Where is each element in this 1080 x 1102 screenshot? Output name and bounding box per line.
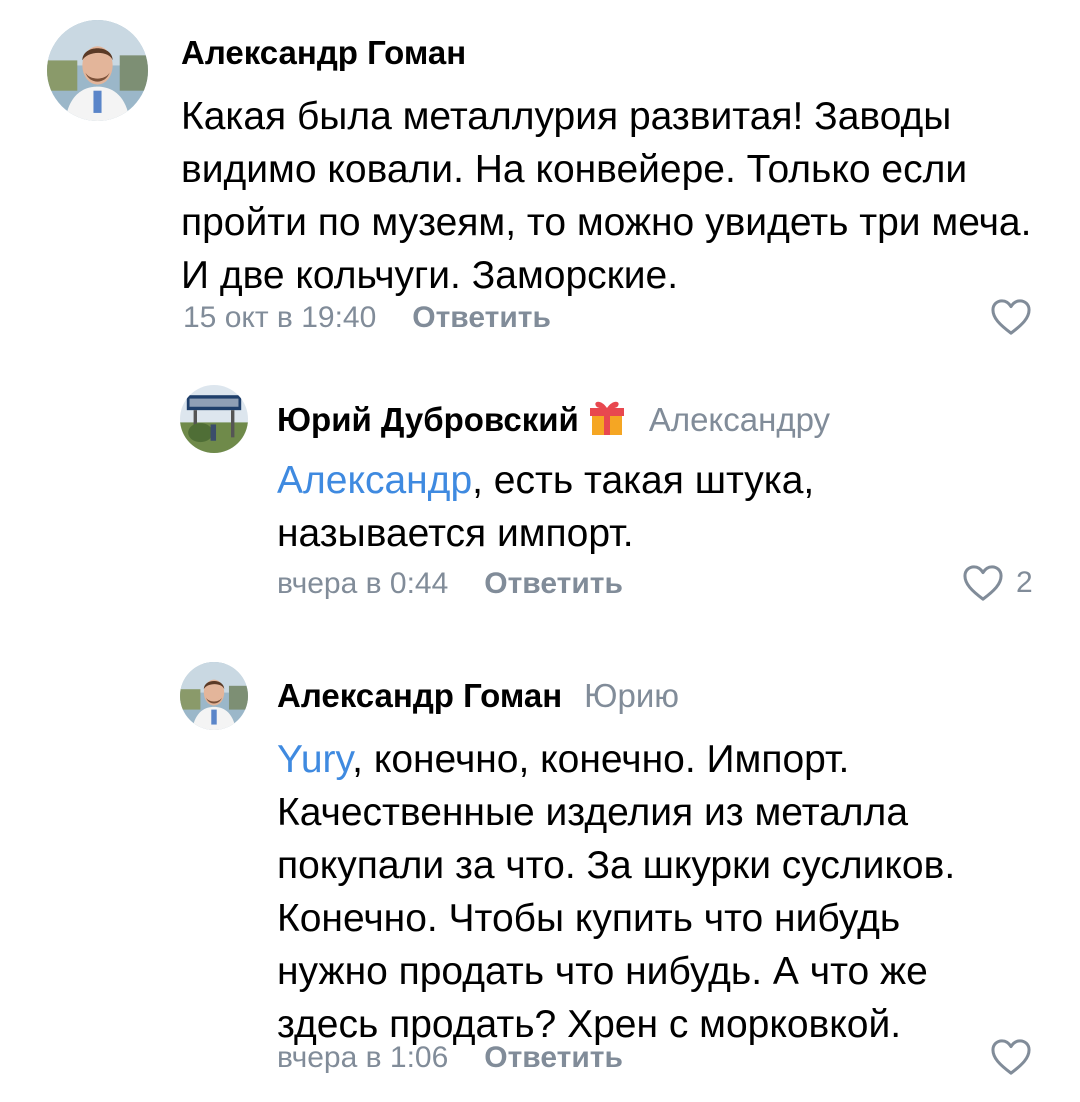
comment-meta: вчера в 0:44 Ответить — [277, 564, 623, 604]
avatar-photo — [47, 20, 148, 121]
avatar[interactable] — [180, 662, 248, 730]
timestamp: 15 окт в 19:40 — [183, 301, 377, 334]
avatar[interactable] — [47, 20, 148, 121]
comment-text: Yury, конечно, конечно. Импорт. Качестве… — [277, 733, 1017, 1051]
author-line: Юрий Дубровский Александру — [277, 397, 830, 440]
heart-icon — [963, 565, 1003, 601]
author-name[interactable]: Александр Гоман — [181, 34, 466, 71]
comment-meta: вчера в 1:06 Ответить — [277, 1038, 623, 1078]
gift-icon — [589, 401, 624, 435]
avatar-photo — [180, 662, 248, 730]
like-button[interactable] — [990, 298, 1032, 336]
reply-button[interactable]: Ответить — [412, 301, 551, 334]
like-button[interactable] — [990, 1038, 1032, 1076]
comment-text: Какая была металлурия развитая! Заводы в… — [181, 90, 1041, 302]
avatar-photo — [180, 385, 248, 453]
reply-to[interactable]: Александру — [649, 401, 830, 438]
like-button[interactable]: 2 — [962, 564, 1033, 602]
heart-icon — [991, 1039, 1031, 1075]
like-count: 2 — [1016, 566, 1033, 599]
author-name[interactable]: Александр Гоман — [277, 677, 562, 714]
timestamp: вчера в 1:06 — [277, 1041, 449, 1074]
comment-meta: 15 окт в 19:40 Ответить — [183, 298, 551, 338]
author-line: Александр Гоман Юрию — [277, 676, 679, 716]
comment-text: Александр, есть такая штука, называется … — [277, 454, 917, 560]
heart-icon — [991, 299, 1031, 335]
timestamp: вчера в 0:44 — [277, 567, 449, 600]
comment-body: , конечно, конечно. Импорт. Качественные… — [277, 738, 956, 1046]
mention-link[interactable]: Yury — [277, 738, 352, 781]
author-name[interactable]: Юрий Дубровский — [277, 401, 579, 438]
reply-button[interactable]: Ответить — [484, 1041, 623, 1074]
author-line: Александр Гоман — [181, 33, 466, 73]
reply-button[interactable]: Ответить — [484, 567, 623, 600]
reply-to[interactable]: Юрию — [584, 677, 679, 714]
avatar[interactable] — [180, 385, 248, 453]
comment-body: Какая была металлурия развитая! Заводы в… — [181, 95, 1032, 297]
mention-link[interactable]: Александр — [277, 459, 472, 502]
